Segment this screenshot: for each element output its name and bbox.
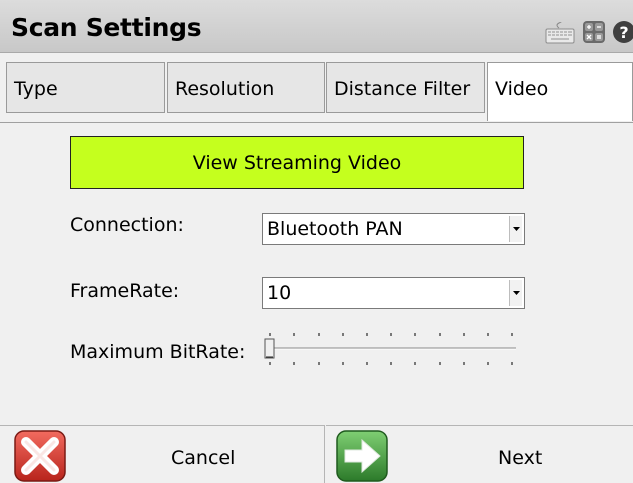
next-label: Next [498,447,543,469]
footer-bar: Cancel Next [0,425,633,483]
tab-resolution[interactable]: Resolution [167,62,325,113]
tab-type[interactable]: Type [6,62,165,113]
framerate-value: 10 [267,282,292,304]
tab-video[interactable]: Video [487,62,633,121]
next-arrow-icon [336,430,388,482]
tab-bar: Type Resolution Distance Filter Video [0,53,633,123]
svg-text:?: ? [619,23,628,42]
connection-label: Connection: [70,214,184,236]
chevron-down-icon [513,291,520,295]
connection-value: Bluetooth PAN [267,218,403,240]
tab-distance-filter[interactable]: Distance Filter [326,62,485,113]
next-button[interactable]: Next [326,425,633,483]
connection-dropdown-arrow[interactable] [509,216,522,242]
max-bitrate-slider[interactable] [262,330,518,368]
title-bar: Scan Settings ? [0,0,633,53]
chevron-down-icon [513,227,520,231]
page-title: Scan Settings [11,13,202,42]
framerate-dropdown-arrow[interactable] [509,280,522,306]
view-streaming-video-button[interactable]: View Streaming Video [70,136,524,189]
help-icon[interactable]: ? [612,20,633,44]
slider-track [268,347,516,350]
framerate-label: FrameRate: [70,280,180,302]
keyboard-icon[interactable] [545,22,575,44]
calculator-icon[interactable] [582,20,606,44]
framerate-select[interactable]: 10 [262,277,525,309]
cancel-x-icon [14,430,66,482]
cancel-label: Cancel [171,447,236,469]
slider-thumb[interactable] [264,338,275,359]
max-bitrate-label: Maximum BitRate: [70,341,246,363]
cancel-button[interactable]: Cancel [0,425,325,483]
connection-select[interactable]: Bluetooth PAN [262,213,525,245]
